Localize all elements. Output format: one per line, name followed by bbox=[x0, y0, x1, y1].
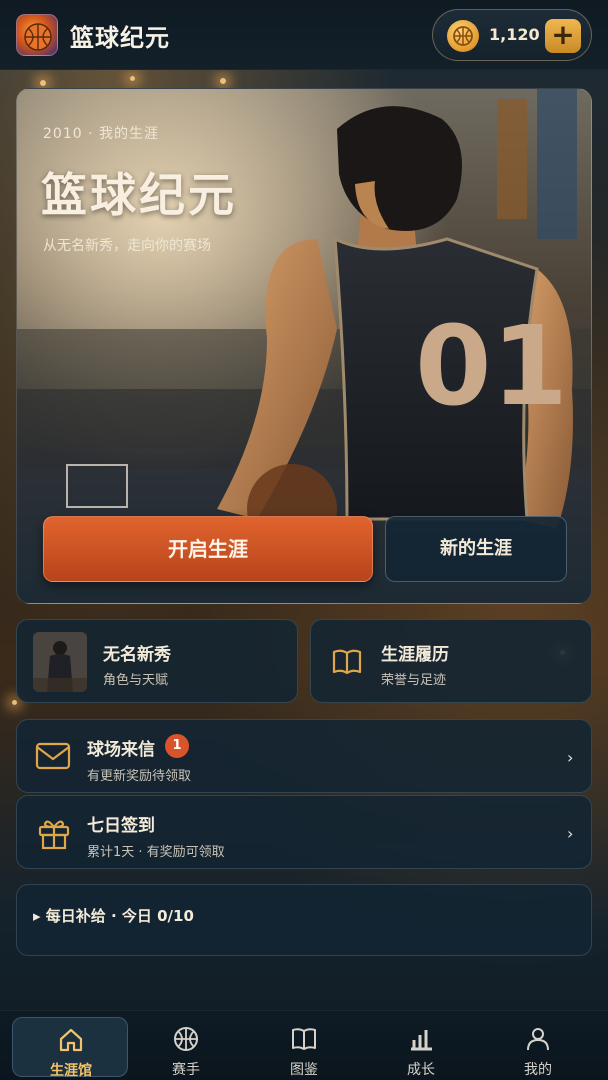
seven-day-checkin-row[interactable]: 七日签到 累计1天 · 有奖励可领取 › bbox=[16, 795, 592, 869]
book-icon bbox=[331, 646, 363, 678]
chevron-right-icon: › bbox=[567, 824, 574, 843]
nav-label: 图鉴 bbox=[290, 1062, 318, 1078]
bottom-navigation: 生涯馆 赛手 图鉴 成长 我的 bbox=[0, 1010, 608, 1080]
chevron-right-icon: › bbox=[567, 748, 574, 767]
rookie-card[interactable]: 无名新秀 角色与天赋 bbox=[16, 619, 298, 703]
hero-title: 篮球纪元 bbox=[41, 168, 237, 222]
career-history-subtitle: 荣誉与足迹 bbox=[381, 673, 447, 688]
coin-amount: 1,120 bbox=[489, 25, 540, 44]
nav-profile[interactable]: 我的 bbox=[480, 1017, 596, 1078]
nav-label: 赛手 bbox=[172, 1062, 200, 1078]
nav-career-hall[interactable]: 生涯馆 bbox=[12, 1017, 128, 1079]
start-career-button[interactable]: 开启生涯 bbox=[43, 516, 373, 582]
daily-supply-title: ▸ 每日补给 · 今日 0/10 bbox=[33, 907, 194, 925]
top-bar: 篮球纪元 1,120 + bbox=[0, 0, 608, 70]
new-career-button[interactable]: 新的生涯 bbox=[385, 516, 567, 582]
nav-collection[interactable]: 图鉴 bbox=[246, 1017, 362, 1078]
rookie-card-subtitle: 角色与天赋 bbox=[103, 673, 169, 688]
career-history-title: 生涯履历 bbox=[381, 645, 449, 665]
unread-badge: 1 bbox=[165, 734, 189, 758]
nav-players[interactable]: 赛手 bbox=[128, 1017, 244, 1078]
court-mail-subtitle: 有更新奖励待领取 bbox=[87, 769, 192, 784]
hero-subtitle: 从无名新秀，走向你的赛场 bbox=[43, 238, 211, 254]
coin-balance[interactable]: 1,120 + bbox=[432, 9, 592, 61]
app-title: 篮球纪元 bbox=[70, 24, 170, 52]
gift-icon bbox=[37, 816, 71, 850]
nav-label: 生涯馆 bbox=[50, 1063, 92, 1079]
hero-banner: 01 2010 · 我的生涯 篮球纪元 从无名新秀，走向你的赛场 开启生涯 新的… bbox=[16, 88, 592, 604]
add-coins-button[interactable]: + bbox=[545, 19, 581, 53]
checkin-title: 七日签到 bbox=[87, 816, 155, 836]
arena-light bbox=[130, 76, 135, 81]
nav-label: 成长 bbox=[407, 1062, 435, 1078]
court-mail-row[interactable]: 球场来信 1 有更新奖励待领取 › bbox=[16, 719, 592, 793]
career-history-card[interactable]: 生涯履历 荣誉与足迹 bbox=[310, 619, 592, 703]
nav-label: 我的 bbox=[524, 1062, 552, 1078]
jersey-number: 01 bbox=[415, 302, 568, 430]
app-logo-icon bbox=[16, 14, 58, 56]
nav-growth[interactable]: 成长 bbox=[363, 1017, 479, 1078]
chart-icon bbox=[411, 1030, 432, 1051]
book-icon bbox=[292, 1028, 316, 1050]
career-year-label: 2010 · 我的生涯 bbox=[43, 126, 159, 142]
rookie-card-title: 无名新秀 bbox=[103, 645, 171, 665]
daily-supply-panel[interactable]: ▸ 每日补给 · 今日 0/10 bbox=[16, 884, 592, 956]
user-icon bbox=[527, 1028, 549, 1051]
checkin-subtitle: 累计1天 · 有奖励可领取 bbox=[87, 845, 225, 860]
court-mail-title: 球场来信 bbox=[87, 740, 155, 760]
rookie-thumbnail bbox=[33, 632, 87, 692]
coin-icon bbox=[447, 20, 479, 52]
arena-light bbox=[40, 80, 46, 86]
home-icon bbox=[59, 1028, 83, 1052]
arena-light bbox=[12, 700, 17, 705]
basketball-icon bbox=[174, 1027, 198, 1051]
arena-light bbox=[220, 78, 226, 84]
mail-icon bbox=[35, 740, 71, 772]
